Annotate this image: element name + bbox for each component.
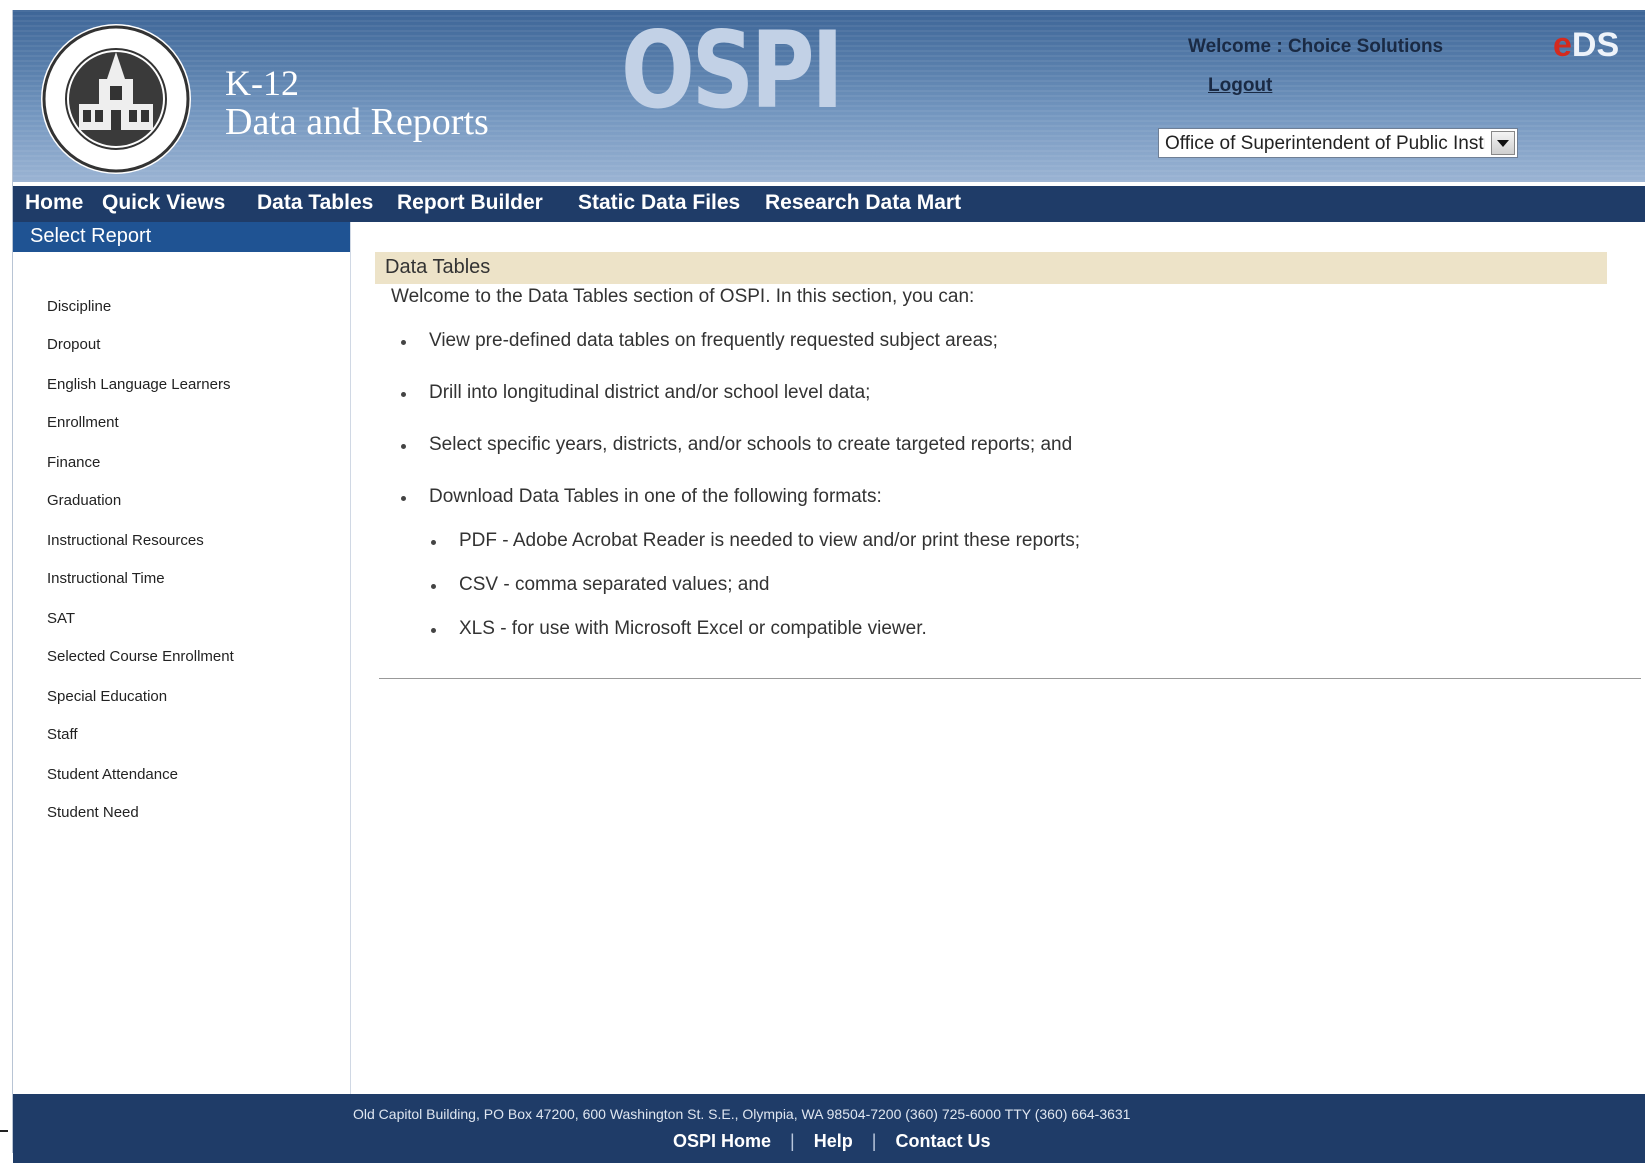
bullet-icon <box>431 584 436 589</box>
list-item-text: Drill into longitudinal district and/or … <box>429 382 871 403</box>
state-seal-logo <box>41 24 191 174</box>
report-sidebar: Select Report Discipline Dropout English… <box>13 222 351 1102</box>
chevron-down-icon[interactable] <box>1491 131 1515 155</box>
sidebar-item-discipline[interactable]: Discipline <box>47 298 111 315</box>
sidebar-item-graduation[interactable]: Graduation <box>47 492 121 509</box>
corner-mark <box>0 1130 8 1132</box>
sidebar-item-special-education[interactable]: Special Education <box>47 688 167 705</box>
main-content: Data Tables Welcome to the Data Tables s… <box>351 222 1645 1092</box>
nav-static-data-files[interactable]: Static Data Files <box>578 191 740 215</box>
sidebar-item-enrollment[interactable]: Enrollment <box>47 414 119 431</box>
eds-logo-e: e <box>1553 26 1572 64</box>
nav-home[interactable]: Home <box>25 191 83 215</box>
bullet-icon <box>431 628 436 633</box>
nav-data-tables[interactable]: Data Tables <box>257 191 373 215</box>
bullet-icon <box>401 496 406 501</box>
list-item-text: View pre-defined data tables on frequent… <box>429 330 998 351</box>
sidebar-item-selected-course-enrollment[interactable]: Selected Course Enrollment <box>47 648 234 665</box>
sub-list-item-text: XLS - for use with Microsoft Excel or co… <box>459 618 927 639</box>
footer-link-help[interactable]: Help <box>814 1131 853 1151</box>
bullet-icon <box>401 340 406 345</box>
brand-title-line1: K-12 <box>225 63 299 103</box>
footer-link-ospi-home[interactable]: OSPI Home <box>673 1131 771 1151</box>
bullet-icon <box>401 392 406 397</box>
intro-text: Welcome to the Data Tables section of OS… <box>391 286 975 307</box>
list-item-text: Select specific years, districts, and/or… <box>429 434 1073 455</box>
ospi-logo[interactable]: OSPI <box>621 18 844 124</box>
sidebar-item-instructional-resources[interactable]: Instructional Resources <box>47 532 204 549</box>
sidebar-item-english-language-learners[interactable]: English Language Learners <box>47 376 230 393</box>
nav-report-builder[interactable]: Report Builder <box>397 191 543 215</box>
logout-link[interactable]: Logout <box>1208 75 1272 97</box>
page-frame: K-12 Data and Reports OSPI Welcome : Cho… <box>12 10 1645 1163</box>
footer-separator: | <box>871 1131 877 1151</box>
footer-link-contact-us[interactable]: Contact Us <box>895 1131 990 1151</box>
bullet-icon <box>431 540 436 545</box>
content-title: Data Tables <box>375 252 1607 284</box>
eds-logo: eDS <box>1553 26 1619 65</box>
bullet-icon <box>401 444 406 449</box>
sidebar-item-sat[interactable]: SAT <box>47 610 75 627</box>
seal-icon <box>42 25 190 173</box>
sub-list-item-text: PDF - Adobe Acrobat Reader is needed to … <box>459 530 1081 551</box>
sidebar-item-student-attendance[interactable]: Student Attendance <box>47 766 178 783</box>
sidebar-item-instructional-time[interactable]: Instructional Time <box>47 570 165 587</box>
brand-title-line2: Data and Reports <box>225 101 489 143</box>
nav-research-data-mart[interactable]: Research Data Mart <box>765 191 961 215</box>
sidebar-item-finance[interactable]: Finance <box>47 454 100 471</box>
footer-separator: | <box>790 1131 795 1151</box>
nav-quick-views[interactable]: Quick Views <box>102 191 225 215</box>
eds-logo-rest: DS <box>1571 26 1620 64</box>
organization-select[interactable]: Office of Superintendent of Public Instr… <box>1158 128 1518 158</box>
sidebar-item-staff[interactable]: Staff <box>47 726 78 743</box>
sidebar-title: Select Report <box>13 222 350 252</box>
welcome-text: Welcome : Choice Solutions <box>1188 36 1444 57</box>
footer-address: Old Capitol Building, PO Box 47200, 600 … <box>353 1106 1131 1122</box>
sub-list-item-text: CSV - comma separated values; and <box>459 574 770 595</box>
sidebar-item-dropout[interactable]: Dropout <box>47 336 100 353</box>
main-nav: Home Quick Views Data Tables Report Buil… <box>13 186 1645 222</box>
list-item-text: Download Data Tables in one of the follo… <box>429 486 882 507</box>
footer-links: OSPI Home | Help | Contact Us <box>673 1131 991 1152</box>
organization-select-value: Office of Superintendent of Public Instr… <box>1165 133 1485 154</box>
content-divider <box>379 678 1641 679</box>
sidebar-item-student-need[interactable]: Student Need <box>47 804 139 821</box>
site-header: K-12 Data and Reports OSPI Welcome : Cho… <box>13 10 1645 182</box>
